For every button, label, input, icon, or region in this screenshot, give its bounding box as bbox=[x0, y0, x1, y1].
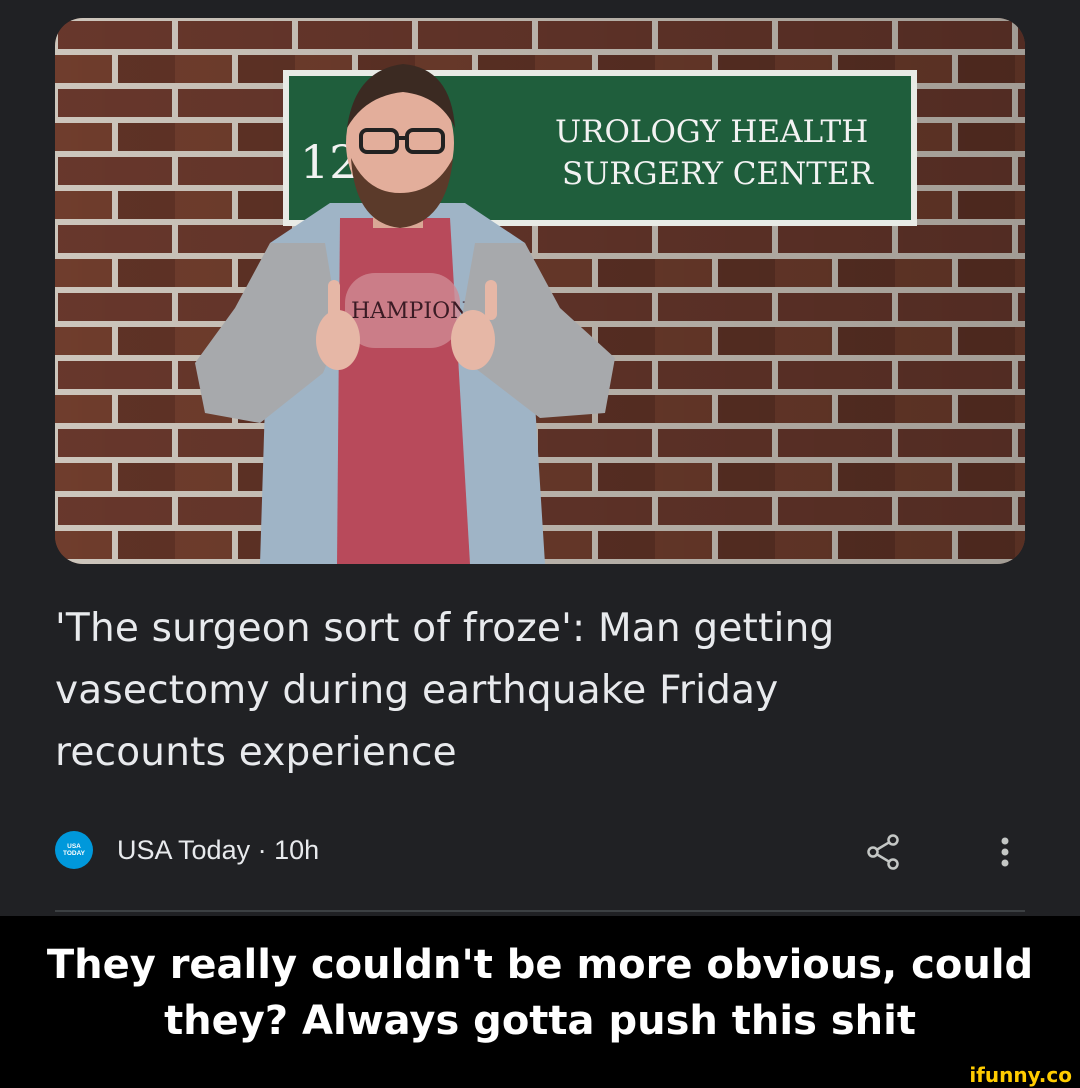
caption-line-2: they? Always gotta push this shit bbox=[164, 998, 916, 1044]
headline-line-1: 'The surgeon sort of froze': Man getting bbox=[55, 606, 835, 651]
more-options-button[interactable] bbox=[985, 832, 1025, 872]
divider bbox=[55, 910, 1025, 912]
meme-caption: They really couldn't be more obvious, co… bbox=[0, 918, 1080, 1068]
logo-line-2: TODAY bbox=[62, 850, 86, 857]
article-photo[interactable]: 12 UROLOGY HEALTH SURGERY CENTER HAMPION… bbox=[55, 18, 1025, 564]
article-headline[interactable]: 'The surgeon sort of froze': Man getting… bbox=[55, 598, 1015, 784]
sign-line-2: SURGERY CENTER bbox=[562, 156, 875, 192]
article-meta-row: USA TODAY USA Today · 10h bbox=[55, 826, 1025, 874]
source-and-time[interactable]: USA Today · 10h bbox=[117, 834, 319, 866]
ifunny-watermark: ifunny.co bbox=[969, 1063, 1072, 1087]
headline-line-3: recounts experience bbox=[55, 730, 457, 775]
share-icon bbox=[867, 834, 899, 870]
more-vert-icon bbox=[1001, 837, 1009, 867]
share-button[interactable] bbox=[863, 832, 903, 872]
news-card[interactable]: 12 UROLOGY HEALTH SURGERY CENTER HAMPION… bbox=[0, 0, 1080, 916]
headline-line-2: vasectomy during earthquake Friday bbox=[55, 668, 779, 713]
sign-line-1: UROLOGY HEALTH bbox=[555, 114, 868, 150]
caption-line-1: They really couldn't be more obvious, co… bbox=[46, 942, 1034, 988]
logo-line-1: USA bbox=[67, 843, 81, 850]
usa-today-logo: USA TODAY bbox=[55, 831, 93, 869]
